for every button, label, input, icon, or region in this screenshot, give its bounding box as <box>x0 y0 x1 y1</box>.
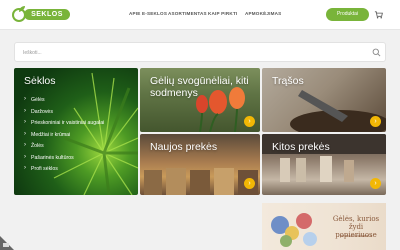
promo-banner[interactable]: Gėlės, kurios žydi popieriuose peleduodi… <box>262 203 386 250</box>
category-link-forage-crops[interactable]: Pašarinės kultūros <box>24 154 104 167</box>
cart-icon[interactable] <box>374 10 383 19</box>
category-link-trees-shrubs[interactable]: Medžiai ir krūmai <box>24 131 104 144</box>
nav-item-about[interactable]: APIE E-SEKLOS <box>129 11 167 16</box>
category-tile-bulbs[interactable]: Gėlių svogūnėliai, kiti sodmenys › <box>140 68 260 132</box>
logo-text: SEKLOS <box>24 9 70 20</box>
arrow-right-icon[interactable]: › <box>244 178 255 189</box>
new-products-tile-title: Naujos prekės <box>150 141 218 153</box>
nav-item-how-to-buy[interactable]: KAIP PIRKTI <box>208 11 237 16</box>
corner-widget-icon[interactable] <box>0 230 20 250</box>
promo-flowers-image <box>271 213 317 247</box>
seeds-tile-title: Sėklos <box>24 75 56 87</box>
category-link-pro-seeds[interactable]: Profi sėklos <box>24 165 104 178</box>
nav-item-assortment[interactable]: ASORTIMENTAS <box>168 11 207 16</box>
bulbs-title-line2: sodmenys <box>150 87 198 99</box>
products-button[interactable]: Produktai <box>326 8 369 21</box>
arrow-right-icon[interactable]: › <box>244 116 255 127</box>
bulbs-tile-title: Gėlių svogūnėliai, kiti sodmenys <box>150 75 249 99</box>
category-link-herbs[interactable]: Prieskoniniai ir vaistiniai augalai <box>24 119 104 132</box>
seeds-category-list: Gėlės Daržovės Prieskoniniai ir vaistini… <box>24 96 104 178</box>
category-tile-seeds[interactable]: Sėklos Gėlės Daržovės Prieskoniniai ir v… <box>14 68 138 195</box>
category-link-vegetables[interactable]: Daržovės <box>24 108 104 121</box>
promo-url: peleduodiinbuve.lt <box>339 233 373 238</box>
arrow-right-icon[interactable]: › <box>370 178 381 189</box>
category-tile-new-products[interactable]: Naujos prekės › <box>140 134 260 195</box>
bulbs-title-line1: Gėlių svogūnėliai, kiti <box>150 75 249 87</box>
site-header: SEKLOS APIE E-SEKLOS ASORTIMENTAS KAIP P… <box>0 0 400 30</box>
search-icon[interactable] <box>372 48 381 57</box>
search-input[interactable] <box>23 47 363 59</box>
other-products-tile-title: Kitos prekės <box>272 141 330 153</box>
category-tile-fertilizers[interactable]: Trąšos › <box>262 68 386 132</box>
search-bar <box>14 42 386 62</box>
fertilizer-tile-title: Trąšos <box>272 75 304 87</box>
category-tile-other-products[interactable]: Kitos prekės › <box>262 134 386 195</box>
site-logo[interactable]: SEKLOS <box>12 4 70 26</box>
category-link-flowers[interactable]: Gėlės <box>24 96 104 109</box>
arrow-right-icon[interactable]: › <box>370 116 381 127</box>
category-link-grasses[interactable]: Žolės <box>24 142 104 155</box>
nav-item-payment[interactable]: APMOKĖJIMAS <box>245 11 281 16</box>
